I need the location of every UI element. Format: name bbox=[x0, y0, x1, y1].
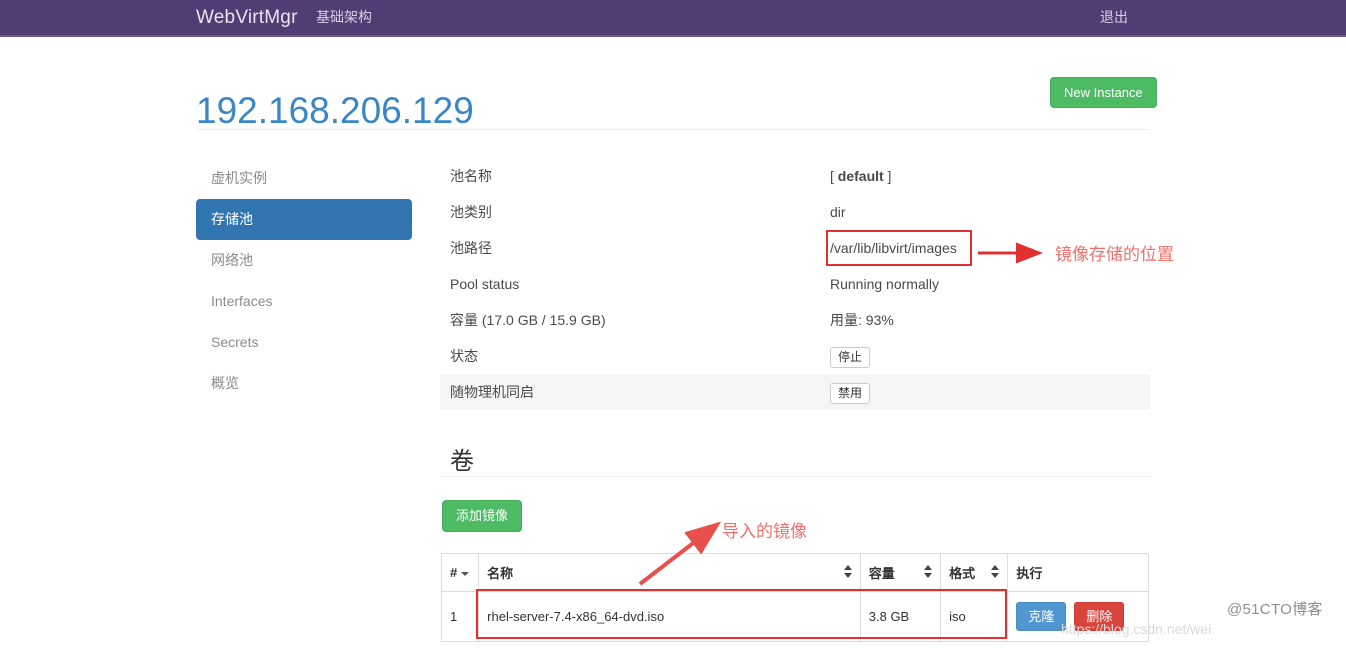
watermark-site: @51CTO博客 bbox=[1227, 601, 1323, 618]
page-header: 192.168.206.129 bbox=[196, 62, 1149, 131]
sidebar-item-2[interactable]: 网络池 bbox=[196, 240, 412, 281]
detail-value: 停止 bbox=[830, 338, 871, 374]
sidebar-item-label: 概览 bbox=[211, 375, 239, 391]
table-column-header: 执行 bbox=[1007, 553, 1149, 592]
annotation-label-imported-image: 导入的镜像 bbox=[722, 522, 807, 541]
navbar-item-logout[interactable]: 退出 bbox=[1100, 0, 1128, 35]
value-strong: default bbox=[837, 168, 884, 184]
detail-row: 状态 停止 bbox=[440, 338, 1150, 374]
sidebar-item-label: Interfaces bbox=[211, 293, 273, 309]
volumes-section-header: 卷 bbox=[440, 424, 1150, 477]
detail-row: Pool status Running normally bbox=[440, 266, 1150, 302]
value-prefix: [ bbox=[830, 168, 838, 184]
sort-updown-icon[interactable] bbox=[924, 564, 933, 581]
value-suffix: ] bbox=[883, 168, 892, 184]
detail-value: 禁用 bbox=[830, 374, 871, 410]
table-column-header[interactable]: 格式 bbox=[940, 553, 1009, 592]
navbar-brand[interactable]: WebVirtMgr bbox=[196, 0, 298, 35]
sort-updown-icon[interactable] bbox=[991, 564, 1000, 581]
detail-value: Running normally bbox=[830, 276, 939, 292]
volumes-table-head: # 名称 容量 格式 执行 bbox=[440, 553, 1149, 592]
watermark-url: https://blog.csdn.net/wei bbox=[1061, 621, 1212, 637]
table-column-header[interactable]: 名称 bbox=[478, 553, 861, 592]
detail-term: 池路径 bbox=[450, 240, 492, 256]
sidebar-item-1[interactable]: 存储池 bbox=[196, 199, 412, 240]
top-navbar: WebVirtMgr 基础架构 退出 bbox=[0, 0, 1346, 37]
detail-term: 状态 bbox=[450, 348, 478, 364]
detail-term: 容量 (17.0 GB / 15.9 GB) bbox=[450, 312, 606, 328]
detail-term: 池类别 bbox=[450, 204, 492, 220]
sidebar-item-label: Secrets bbox=[211, 334, 259, 350]
pool-detail-list: 池名称 [ default ] 池类别 dir 池路径/var/lib/libvirt/… bbox=[440, 158, 1150, 410]
page-title: 192.168.206.129 bbox=[196, 89, 474, 131]
volumes-title: 卷 bbox=[450, 447, 474, 475]
detail-term: 池名称 bbox=[450, 168, 492, 184]
sidebar-item-4[interactable]: Secrets bbox=[196, 322, 412, 363]
table-column-label: # bbox=[450, 565, 458, 580]
sidebar-item-5[interactable]: 概览 bbox=[196, 363, 412, 404]
volume-index: 1 bbox=[440, 591, 480, 642]
sidebar-item-label: 网络池 bbox=[211, 252, 253, 268]
detail-value: 用量: 93% bbox=[830, 312, 894, 328]
table-column-label: 格式 bbox=[949, 566, 976, 581]
table-header-row: # 名称 容量 格式 执行 bbox=[440, 553, 1149, 592]
detail-toggle-button[interactable]: 停止 bbox=[830, 346, 871, 368]
clone-volume-button[interactable]: 克隆 bbox=[1016, 602, 1067, 631]
sidebar-item-0[interactable]: 虚机实例 bbox=[196, 158, 412, 199]
detail-value: [ default ] bbox=[830, 158, 891, 194]
volume-format: iso bbox=[940, 591, 1009, 642]
table-column-label: 名称 bbox=[487, 566, 514, 581]
sidebar-item-label: 存储池 bbox=[211, 211, 253, 227]
detail-value: dir bbox=[830, 204, 846, 220]
detail-row: 池名称 [ default ] bbox=[440, 158, 1150, 194]
detail-row: 容量 (17.0 GB / 15.9 GB) 用量: 93% bbox=[440, 302, 1150, 338]
volumes-table-body: 1 rhel-server-7.4-x86_64-dvd.iso 3.8 GB iso… bbox=[440, 591, 1149, 642]
table-column-header[interactable]: 容量 bbox=[859, 553, 942, 592]
sort-updown-icon[interactable] bbox=[843, 564, 852, 581]
detail-value: /var/lib/libvirt/images bbox=[830, 240, 957, 256]
detail-row: 池路径/var/lib/libvirt/images bbox=[440, 230, 1150, 266]
sidebar-item-3[interactable]: Interfaces bbox=[196, 281, 412, 322]
volume-name: rhel-server-7.4-x86_64-dvd.iso bbox=[478, 591, 861, 642]
sidebar-nav: 虚机实例存储池网络池 Interfaces Secrets 概览 bbox=[196, 158, 412, 404]
volume-size: 3.8 GB bbox=[859, 591, 942, 642]
table-row: 1 rhel-server-7.4-x86_64-dvd.iso 3.8 GB iso… bbox=[440, 591, 1149, 642]
detail-term: Pool status bbox=[450, 276, 520, 292]
new-instance-button[interactable]: New Instance bbox=[1050, 77, 1157, 108]
table-column-label: 容量 bbox=[868, 566, 895, 581]
navbar-item-infrastructure[interactable]: 基础架构 bbox=[316, 0, 372, 35]
add-image-button[interactable]: 添加镜像 bbox=[442, 500, 523, 532]
detail-toggle-button[interactable]: 禁用 bbox=[830, 382, 871, 404]
sort-caret-down-icon[interactable] bbox=[461, 571, 470, 576]
sidebar-item-label: 虚机实例 bbox=[211, 170, 267, 186]
detail-row: 随物理机同启 禁用 bbox=[440, 374, 1150, 410]
detail-term: 随物理机同启 bbox=[450, 384, 534, 400]
volumes-table: # 名称 容量 格式 执行 1 rhel-server-7.4-x86_64-dvd.is… bbox=[440, 553, 1149, 642]
table-column-label: 执行 bbox=[1016, 566, 1043, 581]
detail-row: 池类别 dir bbox=[440, 194, 1150, 230]
table-column-header[interactable]: # bbox=[440, 553, 480, 592]
